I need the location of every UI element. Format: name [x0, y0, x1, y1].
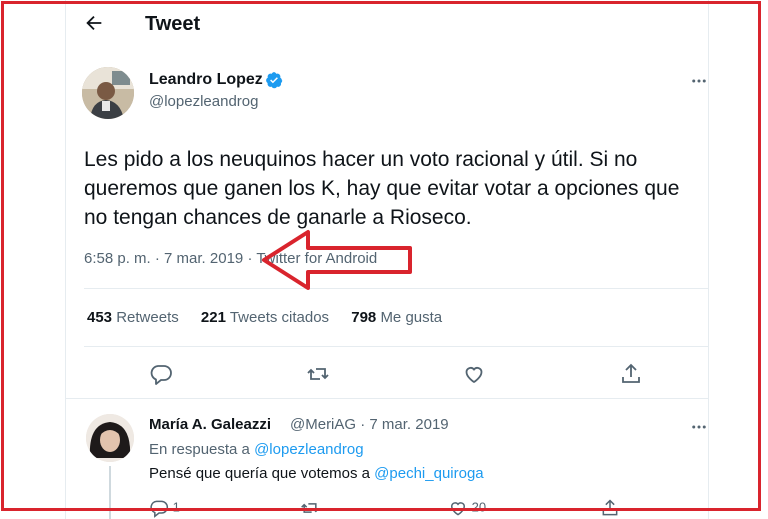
divider: [66, 398, 708, 399]
share-icon[interactable]: [600, 498, 620, 518]
like-icon[interactable]: [462, 362, 486, 386]
reply-reply-action[interactable]: 1: [149, 498, 180, 518]
reply-mention[interactable]: @pechi_quiroga: [374, 465, 483, 482]
reply-like-count: 20: [471, 499, 487, 515]
in-reply-to: En respuesta a @lopezleandrog: [149, 441, 364, 458]
reply-retweet-action[interactable]: [300, 498, 320, 518]
meta-separator: ·: [247, 250, 257, 267]
quotes-stat[interactable]: 221 Tweets citados: [201, 309, 329, 326]
reply-author-handle[interactable]: @MeriAG: [290, 416, 356, 433]
divider: [84, 346, 708, 347]
author-name[interactable]: Leandro Lopez: [149, 71, 263, 89]
reply-handle-date: @MeriAG · 7 mar. 2019: [290, 416, 449, 433]
tweet-time[interactable]: 6:58 p. m.: [84, 250, 151, 267]
author-avatar[interactable]: [82, 67, 134, 119]
retweets-stat[interactable]: 453 Retweets: [87, 309, 179, 326]
reply-more-options-icon[interactable]: [690, 418, 708, 436]
tweet-meta: 6:58 p. m. · 7 mar. 2019 · Twitter for A…: [84, 250, 377, 267]
author-handle[interactable]: @lopezleandrog: [149, 93, 258, 110]
reply-text-body: Pensé que quería que votemos a: [149, 465, 370, 482]
engagement-stats: 453 Retweets 221 Tweets citados 798 Me g…: [87, 309, 442, 326]
reply-text: Pensé que quería que votemos a @pechi_qu…: [149, 465, 484, 482]
like-icon[interactable]: [448, 498, 468, 518]
likes-stat[interactable]: 798 Me gusta: [351, 309, 442, 326]
retweet-icon[interactable]: [306, 362, 330, 386]
in-reply-to-handle[interactable]: @lopezleandrog: [254, 441, 363, 458]
reply-count: 1: [172, 499, 180, 515]
more-options-icon[interactable]: [690, 72, 708, 90]
tweet-date[interactable]: 7 mar. 2019: [164, 250, 243, 267]
divider: [84, 288, 708, 289]
retweet-icon[interactable]: [300, 498, 320, 518]
author-photo: [82, 67, 134, 119]
share-icon[interactable]: [619, 362, 643, 386]
reply-like-action[interactable]: 20: [448, 498, 486, 518]
reply-icon[interactable]: [149, 362, 173, 386]
reply-author-photo: [86, 414, 134, 462]
reply-share-action[interactable]: [600, 498, 620, 518]
reply-author-name[interactable]: María A. Galeazzi: [149, 416, 271, 433]
top-bar: Tweet: [65, 0, 708, 50]
tweet-source[interactable]: Twitter for Android: [256, 250, 377, 267]
column-border-left: [65, 0, 66, 519]
verified-badge-icon: [266, 72, 283, 89]
thread-line: [109, 466, 111, 519]
page-title: Tweet: [145, 13, 201, 35]
meta-separator: ·: [154, 250, 165, 267]
tweet-text: Les pido a los neuquinos hacer un voto r…: [84, 148, 680, 229]
reply-author-avatar[interactable]: [86, 414, 134, 462]
column-border-right: [708, 0, 709, 519]
back-arrow-icon[interactable]: [83, 12, 105, 34]
reply-icon[interactable]: [149, 498, 169, 518]
in-reply-to-prefix: En respuesta a: [149, 441, 250, 458]
reply-date[interactable]: 7 mar. 2019: [369, 416, 448, 433]
